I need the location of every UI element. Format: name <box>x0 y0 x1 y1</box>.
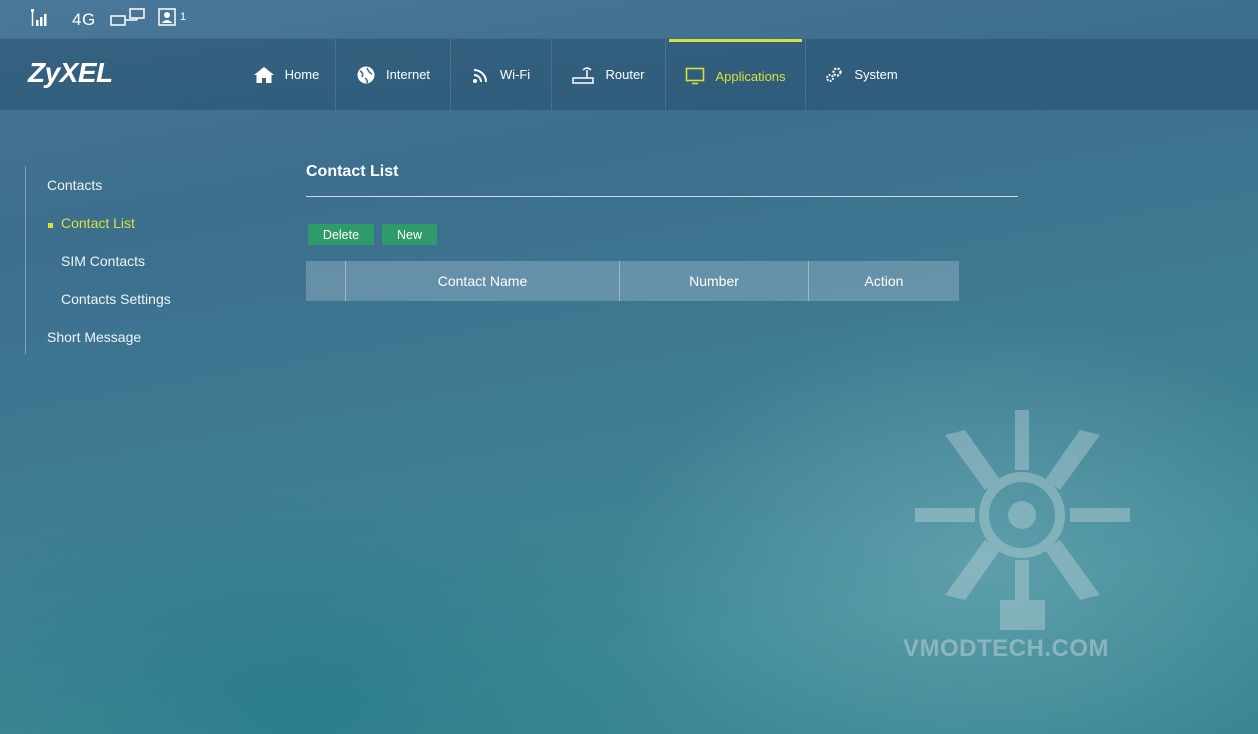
nav-internet[interactable]: Internet <box>336 39 450 110</box>
watermark-text: VMODTECH.COM <box>903 635 1109 662</box>
new-button[interactable]: New <box>382 224 437 245</box>
network-icon <box>110 8 145 26</box>
nav-home-label: Home <box>284 67 320 82</box>
select-all-column[interactable] <box>306 261 346 301</box>
delete-button[interactable]: Delete <box>308 224 374 245</box>
column-action: Action <box>864 273 904 289</box>
wifi-icon <box>472 68 487 83</box>
sidebar-item-short-message[interactable]: Short Message <box>47 329 141 345</box>
nav-applications[interactable]: Applications <box>669 39 802 110</box>
nav-applications-label: Applications <box>715 68 786 84</box>
sidebar-item-sim-contacts[interactable]: SIM Contacts <box>61 253 145 269</box>
zyxel-logo: ZyXEL <box>28 57 113 88</box>
home-icon <box>253 66 274 83</box>
sidebar-divider <box>25 166 26 354</box>
nav-wifi[interactable]: Wi-Fi <box>451 39 551 110</box>
title-divider <box>306 196 1018 197</box>
sidebar-item-contact-list[interactable]: Contact List <box>61 215 135 231</box>
nav-wifi-label: Wi-Fi <box>499 67 531 82</box>
sidebar-item-contacts-settings[interactable]: Contacts Settings <box>61 291 171 307</box>
nav-home[interactable]: Home <box>238 39 334 110</box>
sim-contact-icon[interactable] <box>158 8 176 26</box>
nav-router-label: Router <box>605 67 645 82</box>
column-number: Number <box>620 261 809 301</box>
monitor-icon <box>686 67 705 85</box>
active-bullet <box>48 223 53 228</box>
page-title: Contact List <box>306 163 399 180</box>
column-contact-name: Contact Name <box>346 261 620 301</box>
nav-system-label: System <box>854 67 898 82</box>
nav-internet-label: Internet <box>385 67 431 82</box>
top-nav-bar: ZyXEL Home Internet Wi-Fi Router Applica… <box>0 38 1258 110</box>
nav-system[interactable]: System <box>806 39 916 110</box>
status-bar: 4G 1 <box>0 0 1258 38</box>
router-icon <box>572 66 595 84</box>
contact-table-header: Contact Name Number Action <box>306 261 959 301</box>
sidebar-item-contacts[interactable]: Contacts <box>47 177 102 193</box>
globe-icon <box>357 66 375 83</box>
nav-router[interactable]: Router <box>552 39 664 110</box>
sim-count-badge: 1 <box>180 11 187 23</box>
signal-bars-icon <box>31 9 47 26</box>
watermark-emblem <box>915 410 1130 630</box>
network-type-label: 4G <box>72 10 96 29</box>
gear-icon <box>826 66 842 82</box>
